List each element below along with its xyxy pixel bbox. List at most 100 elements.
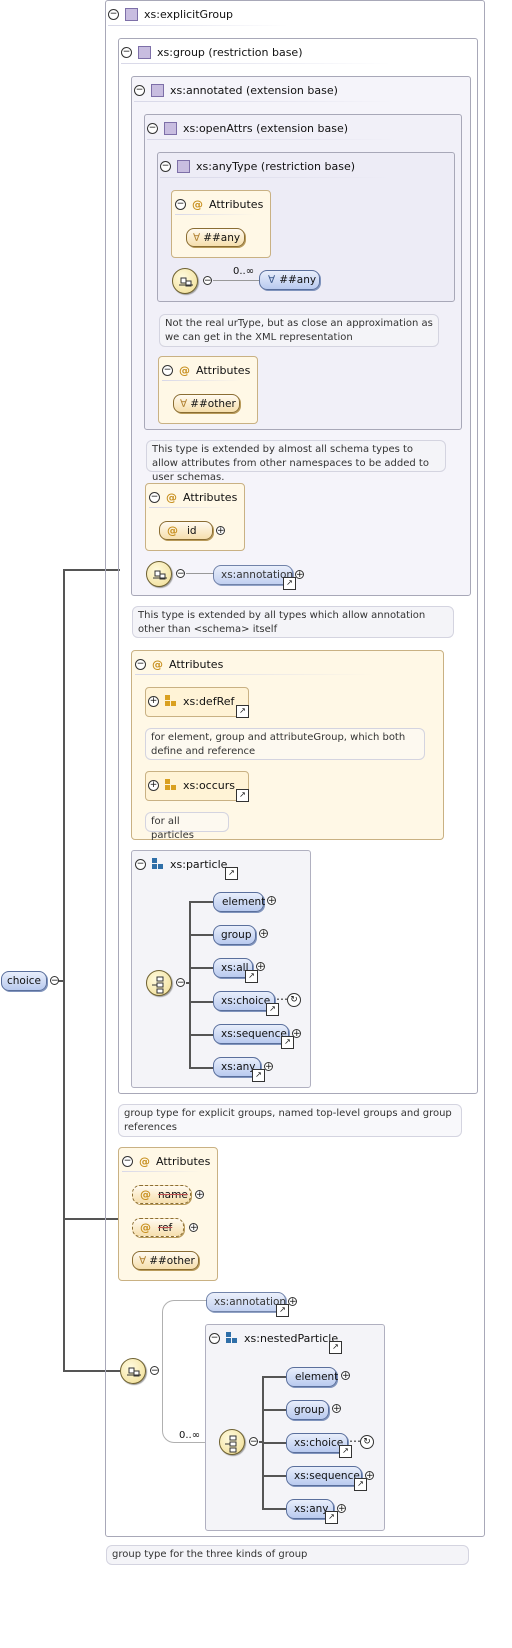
expand-icon[interactable]: + <box>267 896 276 906</box>
anytype-header[interactable]: − xs:anyType (restriction base) <box>160 157 355 175</box>
reference-arrow-icon[interactable]: ↗ <box>225 867 238 880</box>
id-attribute[interactable]: @ id <box>159 521 213 540</box>
explicitgroup-title: xs:explicitGroup <box>144 7 234 21</box>
collapse-icon[interactable]: − <box>176 569 185 579</box>
reference-arrow-icon[interactable]: ↗ <box>329 1341 342 1354</box>
choice-compositor-icon[interactable] <box>146 970 172 996</box>
expand-icon[interactable]: + <box>288 1297 297 1307</box>
sequence-compositor-icon[interactable] <box>146 561 172 587</box>
explicitgroup-attributes-header[interactable]: − @ Attributes <box>122 1152 210 1170</box>
particle-sequence-element[interactable]: xs:sequence <box>213 1024 289 1044</box>
at-sign-icon: @ <box>152 657 163 671</box>
collapse-icon[interactable]: − <box>209 1332 220 1344</box>
collapse-icon[interactable]: − <box>162 364 173 376</box>
annotated-attributes-header[interactable]: − @ Attributes <box>149 488 237 506</box>
occurs-header[interactable]: + xs:occurs <box>148 776 235 794</box>
connector-trunk <box>63 570 65 1372</box>
annotation-element[interactable]: xs:annotation <box>213 565 293 585</box>
collapse-icon[interactable]: − <box>108 8 119 20</box>
collapse-icon[interactable]: − <box>122 1155 133 1167</box>
root-choice-element[interactable]: choice <box>1 971 47 991</box>
annotated-header[interactable]: − xs:annotated (extension base) <box>134 81 338 99</box>
recursion-icon[interactable]: ↻ <box>360 1435 374 1449</box>
defref-header[interactable]: + xs:defRef <box>148 692 234 710</box>
explicitgroup-header[interactable]: − xs:explicitGroup <box>108 5 233 23</box>
expand-icon[interactable]: + <box>332 1404 341 1414</box>
ref-attribute-label: ref <box>158 1221 173 1234</box>
expand-icon[interactable]: + <box>256 962 265 972</box>
at-sign-icon: @ <box>140 1221 151 1234</box>
expand-icon[interactable]: + <box>292 1029 301 1039</box>
expand-icon[interactable]: + <box>365 1471 374 1481</box>
reference-arrow-icon[interactable]: ↗ <box>283 577 296 590</box>
expand-icon[interactable]: + <box>195 1190 204 1200</box>
group-attributes-header[interactable]: − @ Attributes <box>135 655 223 673</box>
collapse-icon[interactable]: − <box>147 122 158 134</box>
collapse-icon[interactable]: − <box>149 491 160 503</box>
collapse-icon[interactable]: − <box>135 858 146 870</box>
expand-icon[interactable]: + <box>337 1504 346 1514</box>
other-attribute-wildcard[interactable]: ∀ ##other <box>173 394 240 413</box>
reference-arrow-icon[interactable]: ↗ <box>252 1069 265 1082</box>
expand-icon[interactable]: + <box>295 570 304 580</box>
sequence-compositor-icon[interactable] <box>120 1358 146 1384</box>
other-attribute-wildcard[interactable]: ∀ ##other <box>132 1251 199 1270</box>
any-attribute-wildcard[interactable]: ∀ ##any <box>186 228 245 247</box>
reference-arrow-icon[interactable]: ↗ <box>236 705 249 718</box>
branch <box>186 982 190 984</box>
particle-element-element[interactable]: element <box>213 892 265 912</box>
openattrs-attributes-header[interactable]: − @ Attributes <box>162 361 250 379</box>
particle-header[interactable]: − xs:particle <box>135 855 227 873</box>
divider <box>162 380 242 381</box>
at-sign-icon: @ <box>192 197 203 211</box>
type-cube-icon <box>138 45 151 59</box>
occurs-label: 0..∞ <box>233 266 255 277</box>
root-collapse-icon[interactable]: − <box>50 976 59 986</box>
expand-icon[interactable]: + <box>341 1371 350 1381</box>
at-sign-icon: @ <box>166 490 177 504</box>
collapse-icon[interactable]: − <box>249 1437 258 1447</box>
reference-arrow-icon[interactable]: ↗ <box>325 1511 338 1524</box>
at-sign-icon: @ <box>139 1154 150 1168</box>
explicitgroup-note-text: group type for explicit groups, named to… <box>124 1108 452 1133</box>
name-attribute-label: name <box>158 1188 188 1201</box>
nested-sequence-element[interactable]: xs:sequence <box>286 1466 362 1486</box>
collapse-icon[interactable]: − <box>175 198 186 210</box>
any-element-wildcard[interactable]: ∀ ##any <box>259 270 320 290</box>
reference-arrow-icon[interactable]: ↗ <box>276 1304 289 1317</box>
defref-note: for element, group and attributeGroup, w… <box>145 728 425 760</box>
choice-compositor-icon[interactable] <box>219 1429 245 1455</box>
collapse-icon[interactable]: − <box>135 658 146 670</box>
type-cube-icon <box>125 7 138 21</box>
sequence-annotation-element[interactable]: xs:annotation <box>206 1292 286 1312</box>
expand-icon[interactable]: + <box>148 695 159 707</box>
collapse-icon[interactable]: − <box>134 84 145 96</box>
collapse-icon[interactable]: − <box>176 978 185 988</box>
expand-icon[interactable]: + <box>216 526 225 536</box>
defref-label: xs:defRef <box>183 694 235 708</box>
group-restriction-header[interactable]: − xs:group (restriction base) <box>121 43 302 61</box>
collapse-icon[interactable]: − <box>150 1366 159 1376</box>
collapse-icon[interactable]: − <box>160 160 171 172</box>
expand-icon[interactable]: + <box>264 1062 273 1072</box>
openattrs-header[interactable]: − xs:openAttrs (extension base) <box>147 119 348 137</box>
ref-attribute[interactable]: @ ref <box>132 1218 184 1237</box>
collapse-icon[interactable]: − <box>121 46 132 58</box>
anytype-attributes-header[interactable]: − @ Attributes <box>175 195 263 213</box>
nestedparticle-header[interactable]: − xs:nestedParticle <box>209 1329 338 1347</box>
reference-arrow-icon[interactable]: ↗ <box>236 789 249 802</box>
collapse-icon[interactable]: − <box>203 276 212 286</box>
sequence-compositor-icon[interactable] <box>172 268 198 294</box>
nested-group-element[interactable]: group <box>286 1400 329 1420</box>
recursion-dots: ⋯ <box>276 992 288 1006</box>
particle-group-element[interactable]: group <box>213 925 256 945</box>
branch <box>262 1508 286 1510</box>
expand-icon[interactable]: + <box>259 929 268 939</box>
expand-icon[interactable]: + <box>148 779 159 791</box>
openattrs-note: This type is extended by almost all sche… <box>146 440 446 483</box>
branch <box>189 1001 213 1003</box>
recursion-icon[interactable]: ↻ <box>287 993 301 1007</box>
nested-element-element[interactable]: element <box>286 1367 338 1387</box>
expand-icon[interactable]: + <box>189 1223 198 1233</box>
name-attribute[interactable]: @ name <box>132 1185 191 1204</box>
